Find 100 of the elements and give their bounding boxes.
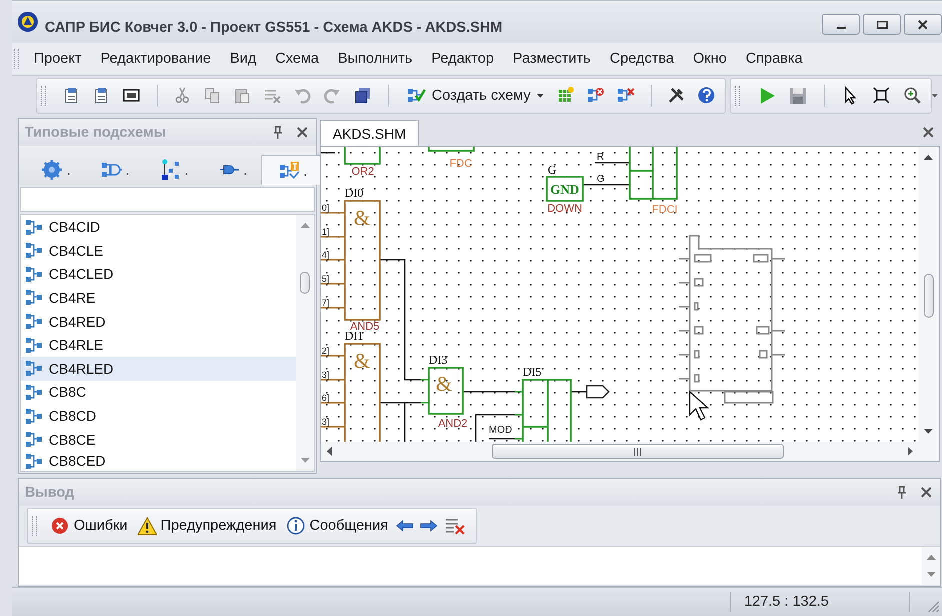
list-item[interactable]: CB8CD: [21, 404, 296, 428]
menu-item[interactable]: Проект: [25, 48, 92, 70]
scrollbar-thumb[interactable]: [924, 274, 934, 318]
menu-item[interactable]: Окно: [684, 48, 737, 70]
reference-label: DI3: [429, 353, 448, 368]
output-port: [586, 386, 610, 399]
list-item[interactable]: CB4RLED: [21, 357, 296, 381]
scroll-right-icon[interactable]: [908, 447, 913, 456]
pin-line: [321, 236, 345, 238]
pin-icon[interactable]: [273, 126, 283, 140]
reference-label: DI5: [523, 365, 542, 380]
save-all-icon[interactable]: [353, 86, 373, 106]
wire: [321, 152, 335, 154]
list-item[interactable]: CB4CID: [21, 215, 296, 239]
create-schema-button[interactable]: Создать схему: [404, 86, 546, 106]
warning-icon: [138, 516, 157, 536]
vertical-scrollbar[interactable]: [296, 215, 314, 472]
overflow-caret-icon[interactable]: [932, 94, 938, 99]
scroll-down-icon[interactable]: [924, 429, 933, 434]
fit-icon[interactable]: [872, 86, 892, 106]
reference-label: DI0: [345, 186, 364, 200]
list-item[interactable]: CB8C: [21, 380, 296, 404]
panel-tab[interactable]: .: [142, 155, 202, 186]
menu-item[interactable]: Разместить: [504, 48, 601, 70]
block-icon: [25, 431, 43, 448]
maximize-button[interactable]: [863, 14, 901, 35]
menu-item[interactable]: Выполнить: [329, 48, 423, 70]
panel-tab[interactable]: .: [25, 155, 84, 186]
list-item[interactable]: CB4RE: [21, 286, 296, 310]
panel-tab[interactable]: .: [260, 155, 322, 186]
zoom-icon[interactable]: [902, 86, 923, 106]
filter-button[interactable]: Ошибки: [49, 516, 130, 536]
pin-label: 5]: [322, 274, 330, 284]
search-field[interactable]: [20, 187, 315, 212]
pin-line: [421, 402, 429, 404]
menu-item[interactable]: Редактор: [422, 48, 504, 70]
list-item[interactable]: CB4CLED: [21, 262, 296, 286]
document-tab[interactable]: AKDS.SHM: [320, 120, 420, 146]
clear-list-icon[interactable]: [444, 516, 466, 536]
block-icon: [25, 218, 43, 236]
panel-tab[interactable]: .: [202, 155, 261, 186]
help-icon[interactable]: [696, 86, 717, 106]
scroll-left-icon[interactable]: [327, 447, 332, 456]
pin-icon[interactable]: [897, 486, 907, 500]
block-icon: [25, 384, 43, 401]
type-label: OR2: [352, 166, 374, 178]
flipflop-body: [629, 147, 678, 200]
app-logo-icon: [17, 10, 39, 33]
filter-button[interactable]: Предупреждения: [136, 516, 279, 536]
pin-label: 6]: [322, 393, 330, 404]
arrow-right-icon[interactable]: [420, 519, 438, 534]
list-item[interactable]: CB4CLE: [21, 238, 296, 263]
error-icon: [51, 516, 70, 536]
scrollbar-thumb[interactable]: [492, 444, 784, 460]
type-label: FDCI: [652, 204, 678, 216]
pin-label: 4]: [322, 250, 330, 260]
pin-line: [321, 356, 345, 357]
filter-button[interactable]: Сообщения: [284, 516, 390, 536]
list-item[interactable]: CB4RED: [21, 310, 296, 334]
pin-line: [321, 402, 345, 404]
scrollbar-thumb[interactable]: [300, 272, 310, 294]
menu-item[interactable]: Вид: [221, 48, 266, 70]
net-label: MOD: [489, 425, 512, 436]
type-label: FDC: [450, 158, 472, 170]
panel-tab[interactable]: .: [84, 155, 143, 186]
arrow-left-icon[interactable]: [396, 519, 414, 534]
block-icon: [25, 408, 43, 425]
schematic-canvas[interactable]: OR2 FDC G GND DOWN FDCI DI0 0] 1] 4] 5] 7] & AND5 DI1 2] 3] 6] 3] & DI3 & AND2 DI5 R G MOD: [321, 147, 919, 442]
close-button[interactable]: [904, 14, 942, 35]
menu-item[interactable]: Справка: [736, 48, 813, 70]
gate-body: [344, 147, 381, 166]
block-icon: [25, 313, 43, 330]
block-icon: [25, 336, 43, 354]
menu-item[interactable]: Средства: [600, 48, 684, 70]
close-icon[interactable]: [923, 126, 934, 138]
list-item[interactable]: CB8CED: [21, 452, 296, 472]
pin-line: [321, 284, 345, 285]
close-icon[interactable]: [297, 127, 308, 138]
minimize-icon: [836, 27, 846, 29]
pin-line: [321, 426, 345, 428]
symbol-label: GND: [550, 182, 580, 198]
minimize-button[interactable]: [822, 14, 860, 35]
cursor-coordinates: 127.5 : 132.5: [744, 594, 829, 610]
pin-line: [321, 380, 345, 381]
menu-item[interactable]: Схема: [266, 48, 330, 70]
source-body: [546, 176, 584, 202]
pin-label: 3]: [322, 370, 330, 380]
pin-line: [421, 380, 429, 381]
list-item[interactable]: CB4RLE: [21, 333, 296, 358]
save-icon[interactable]: [788, 86, 808, 106]
scroll-up-icon[interactable]: [924, 155, 933, 160]
gate-body: [428, 367, 464, 416]
list-item[interactable]: CB8CE: [21, 428, 296, 452]
block-icon: [25, 242, 43, 260]
caret-icon: [536, 94, 544, 99]
net-label: R: [597, 152, 604, 164]
grip-lines-icon: [634, 448, 642, 456]
menu-item[interactable]: Редактирование: [92, 48, 222, 70]
close-icon[interactable]: [921, 487, 932, 498]
pin-label: 2]: [322, 346, 330, 356]
